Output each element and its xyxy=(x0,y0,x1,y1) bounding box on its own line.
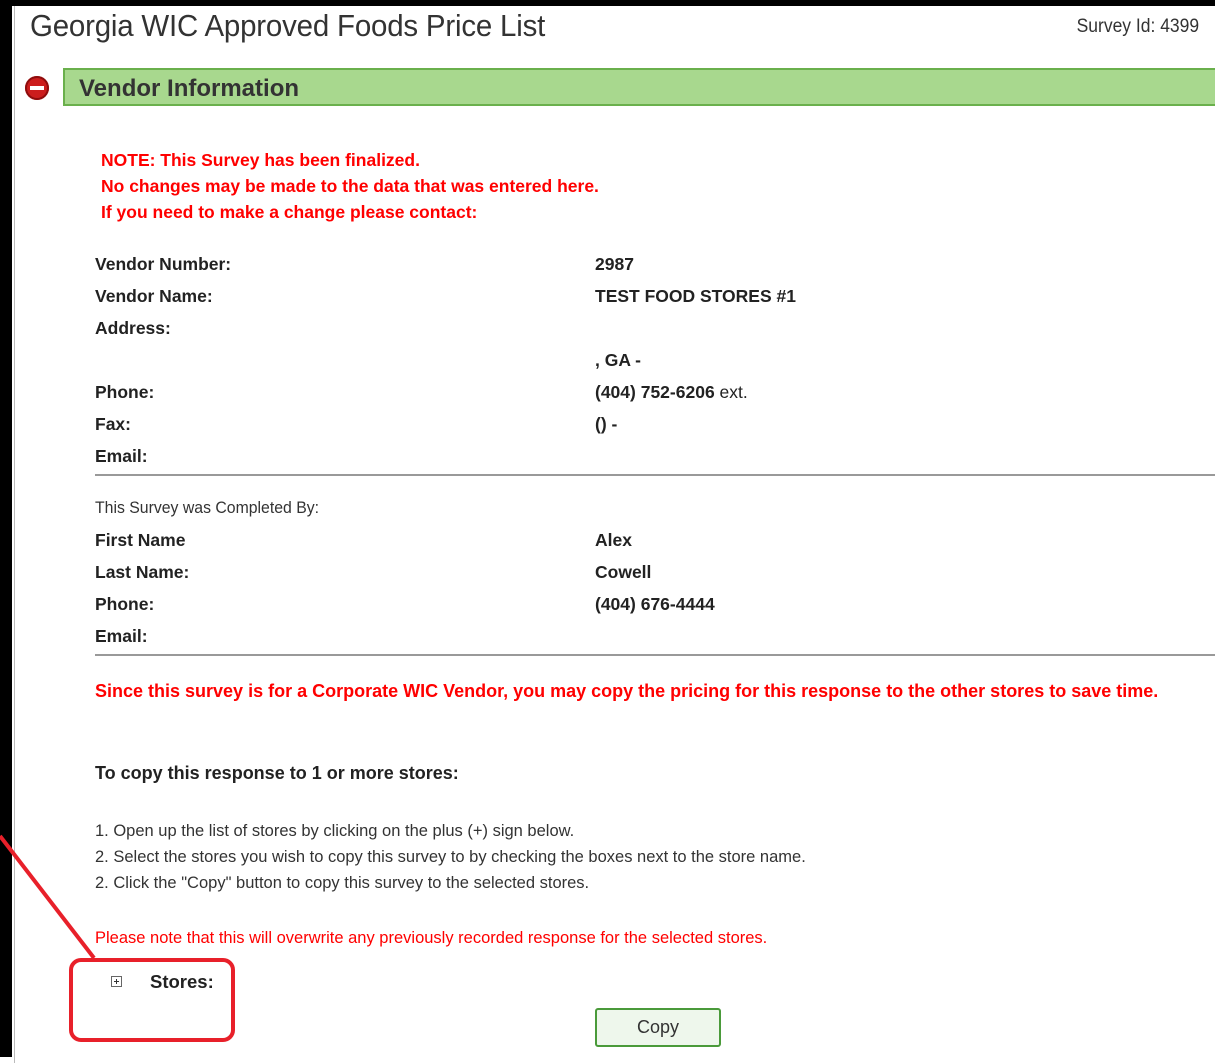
annotation-arrow-line xyxy=(0,834,96,960)
annotation-arrow xyxy=(0,834,96,960)
